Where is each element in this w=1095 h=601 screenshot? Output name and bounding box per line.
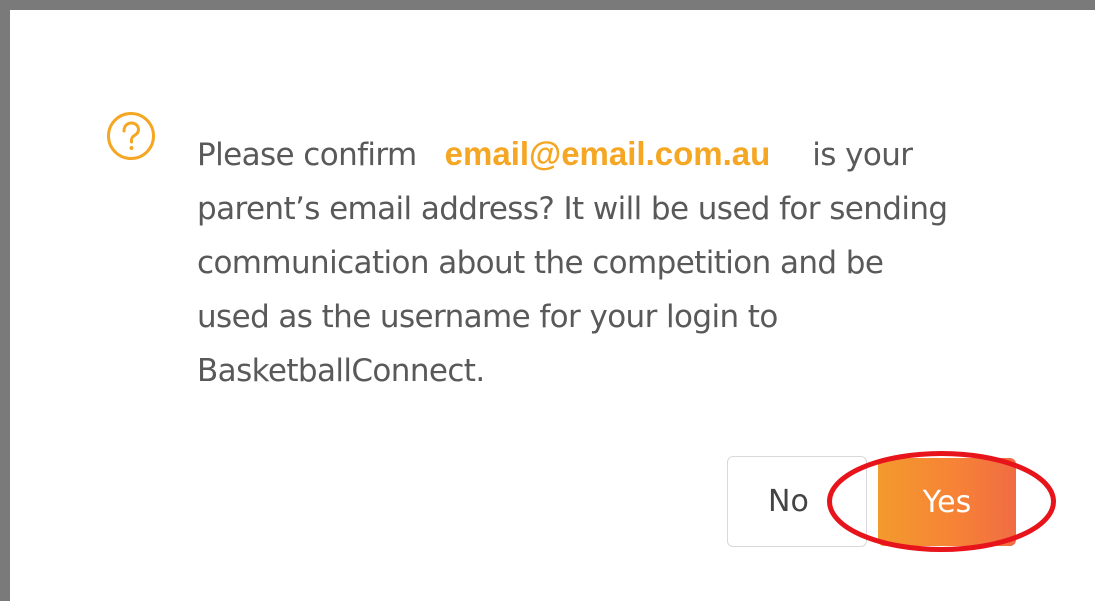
no-button[interactable]: No bbox=[727, 456, 867, 547]
email-address: email@email.com.au bbox=[444, 135, 771, 172]
message-line-5: BasketballConnect. bbox=[197, 353, 485, 389]
frame-border-top bbox=[0, 0, 1095, 10]
message-line-2: parent’s email address? It will be used … bbox=[197, 191, 948, 227]
confirm-message: Please confirm email@email.com.au is your … bbox=[197, 127, 1027, 398]
message-text-suffix: is your bbox=[812, 137, 913, 173]
message-line-4: used as the username for your login to bbox=[197, 299, 778, 335]
message-text-prefix: Please confirm bbox=[197, 137, 417, 173]
yes-button[interactable]: Yes bbox=[878, 458, 1016, 546]
confirm-dialog: Please confirm email@email.com.au is your … bbox=[10, 10, 1095, 601]
frame-border-left bbox=[0, 0, 10, 601]
message-line-1: Please confirm email@email.com.au is your bbox=[197, 127, 1027, 182]
message-line-3: communication about the competition and … bbox=[197, 245, 884, 281]
screenshot-frame: Please confirm email@email.com.au is your … bbox=[0, 0, 1095, 601]
question-circle-icon bbox=[107, 112, 155, 160]
